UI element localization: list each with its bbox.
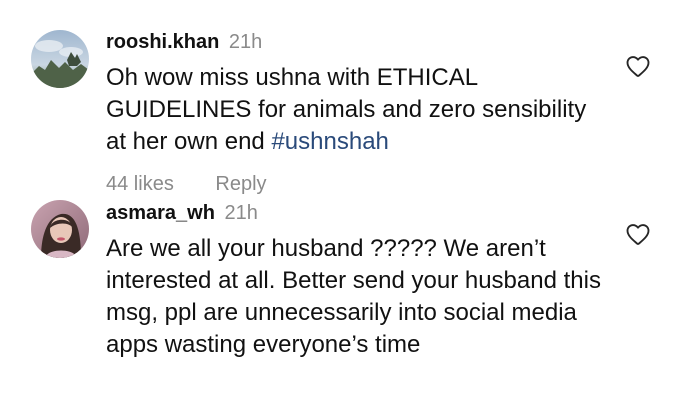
- timestamp: 21h: [224, 202, 258, 224]
- timestamp: 21h: [228, 31, 263, 53]
- heart-outline-icon[interactable]: [624, 52, 652, 80]
- reply-button[interactable]: Reply: [215, 173, 266, 195]
- comment-body: asmara_wh 21h Are we all your husband ??…: [106, 201, 611, 361]
- comment-item: asmara_wh 21h Are we all your husband ??…: [0, 196, 700, 396]
- avatar[interactable]: [31, 200, 89, 258]
- avatar-image: [31, 30, 89, 88]
- comment-meta: asmara_wh 21h: [106, 201, 611, 225]
- heart-outline-icon[interactable]: [624, 220, 652, 248]
- avatar-image: [31, 200, 89, 258]
- comment-actions: 44 likes Reply: [106, 172, 611, 196]
- hashtag-link[interactable]: #ushnshah: [271, 128, 388, 155]
- likes-count[interactable]: 44 likes: [106, 173, 174, 195]
- avatar[interactable]: [31, 30, 89, 88]
- comment-body: rooshi.khan 21h Oh wow miss ushna with E…: [106, 30, 611, 196]
- comment-item: rooshi.khan 21h Oh wow miss ushna with E…: [0, 22, 700, 197]
- username[interactable]: rooshi.khan: [106, 31, 219, 53]
- comment-meta: rooshi.khan 21h: [106, 30, 611, 54]
- comment-text: Are we all your husband ????? We aren’t …: [106, 235, 601, 358]
- username[interactable]: asmara_wh: [106, 202, 215, 224]
- comment-text: Oh wow miss ushna with ETHICAL GUIDELINE…: [106, 62, 611, 158]
